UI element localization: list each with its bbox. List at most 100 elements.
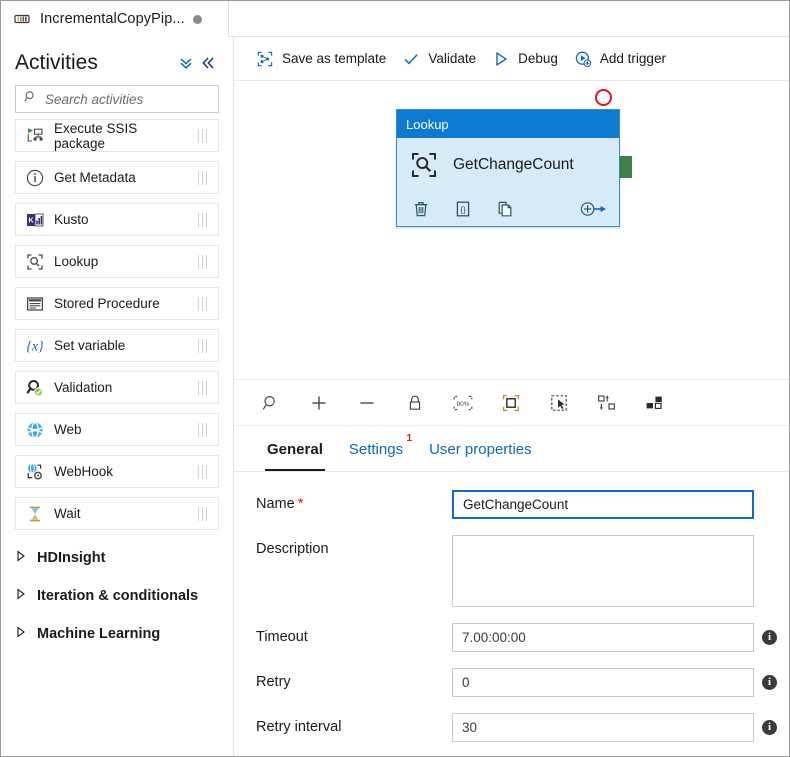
svg-text:K: K	[28, 217, 33, 224]
drag-handle-icon[interactable]	[192, 422, 212, 437]
search-input[interactable]	[43, 86, 226, 112]
add-trigger-button[interactable]: Add trigger	[568, 44, 676, 74]
add-trigger-icon	[574, 50, 592, 68]
node-name-label: GetChangeCount	[453, 156, 574, 173]
activity-label: Wait	[54, 506, 81, 521]
collapse-all-button[interactable]	[175, 52, 197, 74]
zoom-out-icon[interactable]	[356, 392, 378, 414]
activity-group-machine-learning[interactable]: Machine Learning	[1, 615, 233, 653]
lookup-icon	[409, 150, 439, 180]
retry-interval-field-label: Retry interval	[256, 713, 452, 735]
retry-input[interactable]	[452, 668, 754, 697]
activity-label: Get Metadata	[54, 170, 136, 185]
activity-item-validation[interactable]: Validation	[15, 371, 219, 404]
pipeline-editor-window: IncrementalCopyPip... Activities Search …	[0, 0, 790, 757]
pipeline-icon	[13, 10, 31, 28]
timeout-info-icon[interactable]: i	[762, 630, 777, 645]
description-input[interactable]	[452, 535, 754, 607]
activity-group-iteration-conditionals[interactable]: Iteration & conditionals	[1, 577, 233, 615]
checkmark-icon	[402, 50, 420, 68]
name-field-label: Name *	[256, 490, 452, 512]
stored-procedure-icon	[25, 294, 45, 314]
activity-item-stored-procedure[interactable]: Stored Procedure	[15, 287, 219, 320]
field-row-timeout: Timeout i	[234, 623, 789, 652]
toggle-minimap-icon[interactable]	[644, 392, 666, 414]
lookup-icon	[25, 252, 45, 272]
validate-button[interactable]: Validate	[396, 44, 486, 74]
clone-icon[interactable]	[495, 199, 515, 219]
debug-button[interactable]: Debug	[486, 44, 568, 74]
field-row-retry-interval: Retry interval i	[234, 713, 789, 742]
drag-handle-icon[interactable]	[192, 338, 212, 353]
command-bar: Save as template Validate Debug Add trig…	[234, 37, 789, 81]
tab-general[interactable]: General	[254, 427, 336, 471]
save-as-template-button[interactable]: Save as template	[250, 44, 396, 74]
execute-ssis-package-icon	[25, 126, 45, 146]
activity-label: Web	[54, 422, 82, 437]
select-mode-icon[interactable]	[548, 392, 570, 414]
drag-handle-icon[interactable]	[192, 296, 212, 311]
drag-handle-icon[interactable]	[192, 464, 212, 479]
activity-item-execute-ssis-package[interactable]: Execute SSIS package	[15, 119, 219, 152]
activity-item-lookup[interactable]: Lookup	[15, 245, 219, 278]
canvas-toolbar: 00%	[234, 380, 789, 426]
webhook-icon	[25, 462, 45, 482]
zoom-100-percent-icon[interactable]: 00%	[452, 392, 474, 414]
svg-text:{}: {}	[460, 205, 466, 214]
pipeline-canvas[interactable]: Lookup GetChangeCount {}	[234, 81, 789, 380]
settings-error-badge: 1	[406, 433, 413, 444]
tab-settings[interactable]: Settings 1	[336, 427, 416, 471]
activity-node-getchangecount[interactable]: Lookup GetChangeCount {}	[396, 109, 620, 227]
retry-info-icon[interactable]: i	[762, 675, 777, 690]
activity-item-webhook[interactable]: WebHook	[15, 455, 219, 488]
command-label: Validate	[428, 51, 477, 66]
label-text: Description	[256, 541, 329, 557]
drag-handle-icon[interactable]	[192, 170, 212, 185]
timeout-input[interactable]	[452, 623, 754, 652]
activity-group-hdinsight[interactable]: HDInsight	[1, 539, 233, 577]
delete-icon[interactable]	[411, 199, 431, 219]
activity-item-get-metadata[interactable]: Get Metadata	[15, 161, 219, 194]
collapse-panel-button[interactable]	[197, 52, 219, 74]
retry-interval-info-icon[interactable]: i	[762, 720, 777, 735]
drag-handle-icon[interactable]	[192, 212, 212, 227]
field-row-retry: Retry i	[234, 668, 789, 697]
failure-output-port[interactable]	[595, 89, 612, 106]
pipeline-tab[interactable]: IncrementalCopyPip...	[1, 1, 229, 37]
add-output-icon[interactable]	[579, 199, 607, 219]
kusto-icon: K	[25, 210, 45, 230]
activity-label: Lookup	[54, 254, 99, 269]
properties-tabs: General Settings 1 User properties	[234, 426, 789, 472]
tab-user-properties[interactable]: User properties	[416, 427, 545, 471]
auto-align-icon[interactable]	[596, 392, 618, 414]
chevron-right-icon	[15, 549, 31, 567]
required-asterisk: *	[297, 496, 304, 512]
description-field-label: Description	[256, 535, 452, 557]
success-output-port[interactable]	[620, 156, 632, 178]
zoom-to-search-icon[interactable]	[260, 392, 282, 414]
activities-panel: Activities Search activities Execute SSI…	[1, 37, 234, 756]
activity-item-web[interactable]: Web	[15, 413, 219, 446]
drag-handle-icon[interactable]	[192, 128, 212, 143]
zoom-to-fit-icon[interactable]	[500, 392, 522, 414]
pipeline-editor-main: Save as template Validate Debug Add trig…	[234, 37, 789, 756]
drag-handle-icon[interactable]	[192, 254, 212, 269]
view-code-icon[interactable]: {}	[453, 199, 473, 219]
activity-item-kusto[interactable]: K Kusto	[15, 203, 219, 236]
activity-item-wait[interactable]: Wait	[15, 497, 219, 530]
tab-strip: IncrementalCopyPip...	[1, 1, 789, 37]
retry-interval-input[interactable]	[452, 713, 754, 742]
drag-handle-icon[interactable]	[192, 506, 212, 521]
search-container	[1, 81, 233, 113]
general-properties-form: Name* Description Timeout	[234, 472, 789, 756]
chevron-right-icon	[15, 587, 31, 605]
web-icon	[25, 420, 45, 440]
activity-item-set-variable[interactable]: {x} Set variable	[15, 329, 219, 362]
search-box[interactable]	[15, 85, 226, 113]
name-input[interactable]	[452, 490, 754, 519]
label-text: Timeout	[256, 629, 308, 645]
command-label: Save as template	[282, 51, 387, 66]
lock-canvas-icon[interactable]	[404, 392, 426, 414]
drag-handle-icon[interactable]	[192, 380, 212, 395]
zoom-in-icon[interactable]	[308, 392, 330, 414]
